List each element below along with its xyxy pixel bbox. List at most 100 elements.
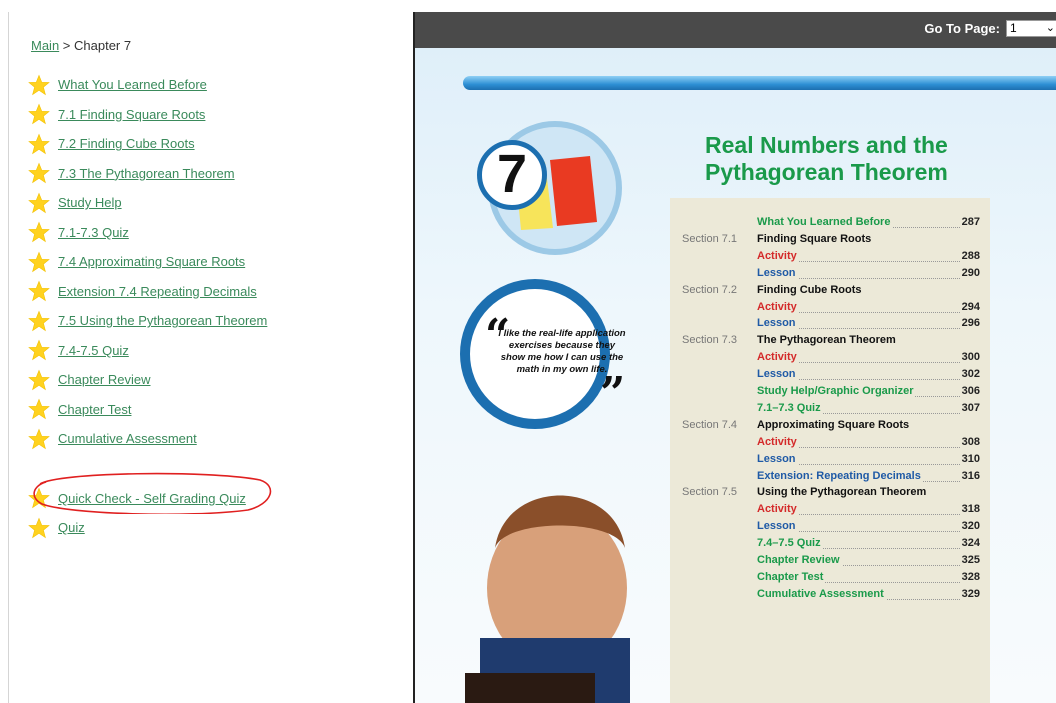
toc-page-number: 310: [959, 452, 980, 465]
chapter-title-line2: Pythagorean Theorem: [705, 159, 948, 185]
toc-row: Section 7.4 Approximating Square Roots: [670, 418, 990, 436]
toc-page-number: 329: [959, 587, 980, 600]
nav-item[interactable]: Extension 7.4 Repeating Decimals: [28, 277, 267, 307]
toc-page-number: 288: [959, 249, 980, 262]
breadcrumb-separator: >: [59, 38, 75, 53]
toc-row: Activity 288: [670, 249, 990, 267]
toc-row: Activity 294: [670, 300, 990, 318]
star-icon: [28, 517, 50, 539]
star-icon: [28, 74, 50, 96]
toc-entry: Extension: Repeating Decimals: [757, 469, 923, 482]
nav-item[interactable]: 7.1-7.3 Quiz: [28, 218, 267, 248]
nav-link[interactable]: Quiz: [58, 520, 85, 535]
star-icon: [28, 251, 50, 273]
toc-page-number: 328: [959, 570, 980, 583]
star-icon: [28, 192, 50, 214]
toc-row: What You Learned Before 287: [670, 216, 990, 233]
toc-entry: Activity: [757, 503, 799, 516]
chapter-title-line1: Real Numbers and the: [705, 132, 948, 158]
toc-row: Activity 318: [670, 503, 990, 520]
nav-link[interactable]: 7.3 The Pythagorean Theorem: [58, 166, 235, 181]
nav-link[interactable]: Quick Check - Self Grading Quiz: [58, 491, 246, 506]
toc-row: Chapter Test 328: [670, 570, 990, 588]
nav-spacer: [28, 454, 267, 484]
nav-item[interactable]: Quick Check - Self Grading Quiz: [28, 484, 267, 514]
nav-item[interactable]: 7.2 Finding Cube Roots: [28, 129, 267, 159]
star-icon: [28, 339, 50, 361]
toc-entry: Approximating Square Roots: [757, 418, 912, 431]
nav-item[interactable]: 7.5 Using the Pythagorean Theorem: [28, 306, 267, 336]
toc-row: 7.1–7.3 Quiz 307: [670, 401, 990, 419]
toc-section-label: Section 7.2: [682, 283, 738, 296]
nav-item[interactable]: 7.1 Finding Square Roots: [28, 100, 267, 130]
toc-row: Activity 308: [670, 435, 990, 453]
breadcrumb-current: Chapter 7: [74, 38, 132, 53]
goto-page-value: 1: [1010, 21, 1017, 35]
toc-entry: Finding Cube Roots: [757, 283, 864, 296]
nav-link[interactable]: Chapter Test: [58, 402, 131, 417]
toc-page-number: 307: [959, 401, 980, 414]
star-icon: [28, 369, 50, 391]
toc-entry: Activity: [757, 435, 799, 448]
breadcrumb: Main > Chapter 7: [31, 38, 131, 53]
nav-item[interactable]: 7.3 The Pythagorean Theorem: [28, 159, 267, 189]
nav-link[interactable]: 7.5 Using the Pythagorean Theorem: [58, 313, 267, 328]
toc-entry: Lesson: [757, 266, 798, 279]
toc-row: Section 7.1 Finding Square Roots: [670, 232, 990, 250]
nav-item[interactable]: What You Learned Before: [28, 70, 267, 100]
toc-row: Lesson 302: [670, 368, 990, 385]
page: Main > Chapter 7 What You Learned Before…: [0, 0, 1056, 703]
page-viewer: Go To Page: 1 ⌄ 7 “ I like the real-life…: [413, 12, 1056, 703]
toc-entry: Finding Square Roots: [757, 232, 874, 245]
toc-page-number: 294: [959, 300, 980, 313]
toc-page-number: 318: [959, 503, 980, 516]
star-icon: [28, 133, 50, 155]
nav-link[interactable]: Study Help: [58, 195, 122, 210]
nav-link[interactable]: 7.4 Approximating Square Roots: [58, 254, 245, 269]
toc-page-number: 290: [959, 266, 980, 279]
toc-row: Lesson 290: [670, 266, 990, 284]
toc-entry: What You Learned Before: [757, 216, 893, 228]
nav-link[interactable]: 7.4-7.5 Quiz: [58, 343, 129, 358]
nav-link[interactable]: 7.1-7.3 Quiz: [58, 225, 129, 240]
nav-item[interactable]: 7.4 Approximating Square Roots: [28, 247, 267, 277]
book-page-image: 7 “ I like the real-life application exe…: [415, 48, 1056, 703]
nav-link[interactable]: 7.2 Finding Cube Roots: [58, 136, 195, 151]
toc-entry: Activity: [757, 300, 799, 313]
toc-section-label: Section 7.5: [682, 486, 738, 499]
toc-entry: Lesson: [757, 317, 798, 330]
toc-row: Chapter Review 325: [670, 554, 990, 571]
toc-entry: Cumulative Assessment: [757, 587, 886, 600]
nav-link[interactable]: 7.1 Finding Square Roots: [58, 107, 205, 122]
toc-row: Cumulative Assessment 329: [670, 587, 990, 605]
nav-item[interactable]: Cumulative Assessment: [28, 424, 267, 454]
toc-row: Lesson 320: [670, 520, 990, 537]
nav-link[interactable]: Cumulative Assessment: [58, 431, 197, 446]
toc-row: Activity 300: [670, 351, 990, 368]
viewer-toolbar: Go To Page: 1 ⌄: [415, 12, 1056, 48]
chapter-number-badge: 7: [477, 140, 547, 210]
toc-entry: Lesson: [757, 452, 798, 465]
toc-entry: Activity: [757, 351, 799, 364]
nav-item[interactable]: Study Help: [28, 188, 267, 218]
nav-link[interactable]: Extension 7.4 Repeating Decimals: [58, 284, 257, 299]
star-icon: [28, 103, 50, 125]
toc-page-number: 296: [959, 317, 980, 330]
nav-item[interactable]: Chapter Test: [28, 395, 267, 425]
toc-row: Section 7.5 Using the Pythagorean Theorem: [670, 486, 990, 503]
nav-item[interactable]: Quiz: [28, 513, 267, 543]
toc-page-number: 324: [959, 537, 980, 550]
nav-item[interactable]: Chapter Review: [28, 365, 267, 395]
nav-link[interactable]: Chapter Review: [58, 372, 151, 387]
star-icon: [28, 162, 50, 184]
star-icon: [28, 487, 50, 509]
nav-item[interactable]: 7.4-7.5 Quiz: [28, 336, 267, 366]
toc-entry: Lesson: [757, 368, 798, 381]
toc-section-label: Section 7.4: [682, 418, 738, 431]
goto-page-select[interactable]: 1 ⌄: [1006, 20, 1056, 37]
nav-link[interactable]: What You Learned Before: [58, 77, 207, 92]
toc-entry: Activity: [757, 249, 799, 262]
chapter-illustration: [460, 121, 630, 703]
breadcrumb-main-link[interactable]: Main: [31, 38, 59, 53]
toc-row: Section 7.3 The Pythagorean Theorem: [670, 334, 990, 351]
